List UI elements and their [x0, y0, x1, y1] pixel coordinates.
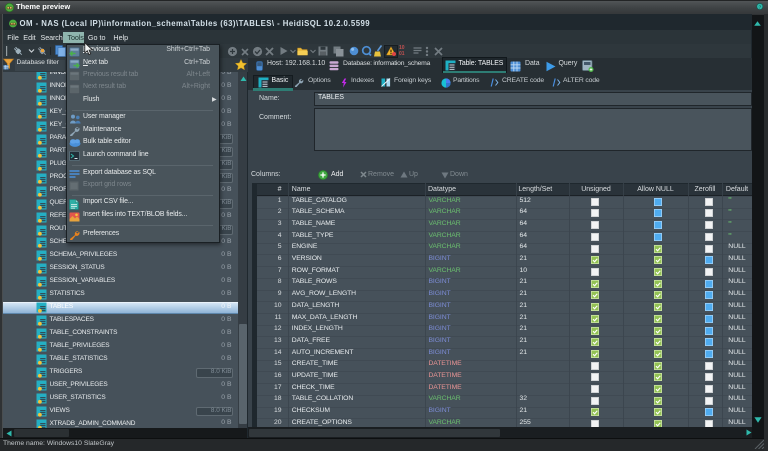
svg-text:?: ? [758, 5, 761, 11]
